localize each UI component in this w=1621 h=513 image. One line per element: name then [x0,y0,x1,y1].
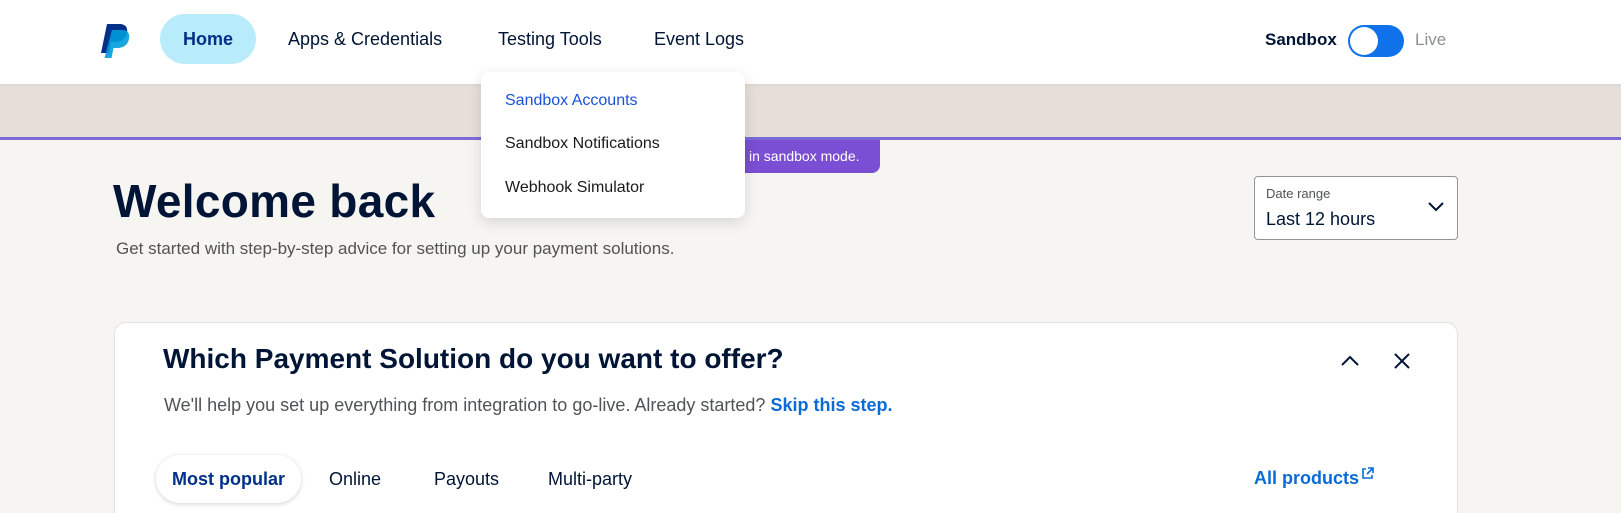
close-icon[interactable] [1390,349,1414,373]
page-subtitle: Get started with step-by-step advice for… [116,239,675,258]
chevron-down-icon [1428,202,1444,212]
date-range-value: Last 12 hours [1266,209,1376,229]
date-range-label: Date range [1266,186,1331,201]
nav-apps-credentials[interactable]: Apps & Credentials [288,14,442,64]
nav-event-logs[interactable]: Event Logs [654,14,744,64]
testing-tools-dropdown: Sandbox Accounts Sandbox Notifications W… [481,72,745,218]
all-products-link[interactable]: All products [1254,467,1374,489]
live-env-label: Live [1415,30,1447,49]
date-range-select[interactable]: Date range Last 12 hours [1254,176,1458,240]
top-navigation: Home Apps & Credentials Testing Tools Ev… [0,0,1621,84]
sandbox-banner-strip [0,84,1621,140]
nav-home[interactable]: Home [160,14,257,64]
chevron-up-icon[interactable] [1338,349,1362,373]
external-link-icon [1362,467,1374,479]
menu-item-sandbox-accounts[interactable]: Sandbox Accounts [505,92,638,110]
card-subtitle-text: We'll help you set up everything from in… [164,395,766,415]
skip-step-link[interactable]: Skip this step. [770,395,892,415]
sandbox-mode-badge: in sandbox mode. [735,140,880,173]
paypal-logo-icon[interactable] [100,24,130,58]
all-products-label: All products [1254,468,1360,488]
tab-most-popular[interactable]: Most popular [156,455,301,503]
nav-testing-tools[interactable]: Testing Tools [498,14,602,64]
card-subtitle: We'll help you set up everything from in… [164,395,892,416]
payment-solution-card: Which Payment Solution do you want to of… [114,322,1458,513]
menu-item-webhook-simulator[interactable]: Webhook Simulator [505,179,644,197]
sandbox-live-toggle[interactable] [1348,25,1404,57]
sandbox-env-label: Sandbox [1265,30,1337,49]
card-title: Which Payment Solution do you want to of… [163,343,784,374]
tab-multi-party[interactable]: Multi-party [548,455,632,503]
tab-online[interactable]: Online [329,455,381,503]
menu-item-sandbox-notifications[interactable]: Sandbox Notifications [505,135,660,153]
page-title: Welcome back [113,175,436,227]
tab-payouts[interactable]: Payouts [434,455,499,503]
toggle-knob [1350,27,1378,55]
